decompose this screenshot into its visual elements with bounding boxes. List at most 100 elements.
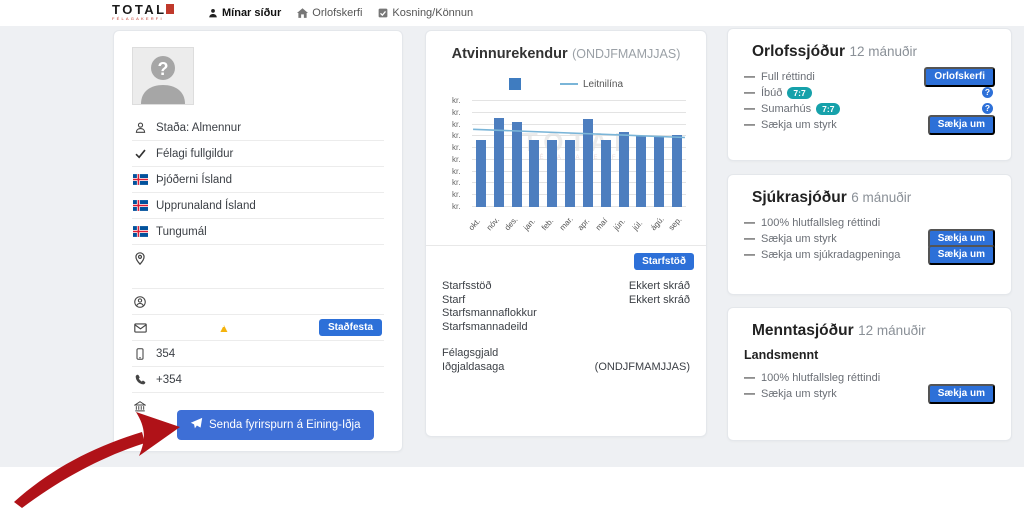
person-icon (208, 8, 218, 18)
profile-row-address (132, 245, 384, 289)
fund-row: — Sumarhús 7:7 ? (744, 101, 995, 116)
fund-row-label: Sækja um styrk (761, 233, 837, 245)
logo-red-block (166, 4, 174, 14)
fund-row: — Sækja um styrk Sækja um (744, 386, 995, 401)
paper-plane-icon (190, 417, 203, 433)
legend-trend[interactable]: Leitnilína (560, 79, 623, 90)
check-icon (132, 148, 148, 159)
profile-row-mobile: 354 (132, 341, 384, 367)
send-inquiry-label: Senda fyrirspurn á Eining-Iðja (209, 419, 361, 431)
verify-email-button[interactable]: Staðfesta (319, 319, 382, 336)
send-inquiry-button[interactable]: Senda fyrirspurn á Eining-Iðja (177, 410, 374, 440)
profile-row-status: Staða: Almennur (132, 115, 384, 141)
help-icon[interactable]: ? (982, 103, 993, 114)
field-label: Starf (442, 294, 465, 308)
iceland-flag-icon (132, 174, 148, 185)
legend-series[interactable] (509, 78, 526, 90)
dash-icon: — (744, 71, 755, 83)
svg-text:?: ? (158, 59, 169, 79)
dash-icon: — (744, 217, 755, 229)
dash-icon: — (744, 388, 755, 400)
profile-row-personal-id (132, 289, 384, 315)
fund-row-label: Full réttindi (761, 71, 815, 83)
profile-row-nationality: Þjóðerni Ísland (132, 167, 384, 193)
profile-card: ? Staða: Almennur Félagi fullgildur Þjóð… (113, 30, 403, 452)
profile-row-label: Tungumál (156, 226, 207, 238)
field-row: StarfsstöðEkkert skráð (442, 280, 690, 294)
apply-button[interactable]: Sækja um (928, 115, 995, 135)
field-row: Iðgjaldasaga(ONDJFMAMJJAS) (442, 361, 690, 375)
nav-item-orlofskerfi[interactable]: Orlofskerfi (297, 7, 362, 19)
field-row: Starfsmannaflokkur (442, 307, 690, 321)
apply-button[interactable]: Sækja um (928, 245, 995, 265)
y-axis-tick: kr. (452, 155, 460, 164)
legend-trend-line (560, 83, 578, 85)
y-axis-tick: kr. (452, 131, 460, 140)
fee-fields: Félagsgjald Iðgjaldasaga(ONDJFMAMJJAS) (442, 347, 690, 374)
phone-icon (132, 374, 148, 385)
nav-item-label: Kosning/Könnun (392, 7, 473, 19)
avatar[interactable]: ? (132, 47, 194, 105)
user-circle-icon (132, 296, 148, 308)
y-axis-tick: kr. (452, 190, 460, 199)
fund-row-label: Sækja um sjúkradagpeninga (761, 249, 900, 261)
fund-row: — Sækja um sjúkradagpeninga Sækja um (744, 247, 995, 262)
y-axis-tick: kr. (452, 178, 460, 187)
employers-title: Atvinnurekendur (ONDJFMAMJJAS) (442, 45, 690, 63)
legend-trend-label: Leitnilína (583, 79, 623, 90)
field-value: Ekkert skráð (629, 280, 690, 294)
warning-icon: ▲! (218, 321, 230, 335)
ratio-tag[interactable]: 7:7 (787, 87, 811, 99)
fund-row: — Full réttindi Orlofskerfi (744, 69, 995, 84)
sjukrasjodur-card: Sjúkrasjóður 6 mánuðir — 100% hlutfallsl… (727, 174, 1012, 295)
logo[interactable]: TOTAL FÉLAGAKERFI (112, 3, 196, 22)
fund-row: — Sækja um styrk Sækja um (744, 231, 995, 246)
fund-title-text: Orlofssjóður (752, 43, 845, 60)
profile-row-label: Þjóðerni Ísland (156, 174, 232, 186)
chart-x-axis-labels: okt.nóv.des.jan.feb.mar.apr.maíjún.júl.á… (472, 207, 686, 235)
fund-row: — 100% hlutfallsleg réttindi (744, 215, 995, 230)
employers-title-months: (ONDJFMAMJJAS) (572, 47, 680, 61)
dash-icon: — (744, 119, 755, 131)
profile-row-label: +354 (156, 374, 182, 386)
y-axis-tick: kr. (452, 143, 460, 152)
iceland-flag-icon (132, 200, 148, 211)
y-axis-tick: kr. (452, 167, 460, 176)
profile-row-label: Staða: Almennur (156, 122, 241, 134)
orlofskerfi-button[interactable]: Orlofskerfi (924, 67, 995, 87)
dash-icon: — (744, 103, 755, 115)
ratio-tag[interactable]: 7:7 (816, 103, 840, 115)
field-row: StarfEkkert skráð (442, 294, 690, 308)
logo-subtitle: FÉLAGAKERFI (112, 16, 196, 22)
top-nav: TOTAL FÉLAGAKERFI Mínar síður Orlofskerf… (0, 0, 1024, 26)
field-label: Félagsgjald (442, 347, 498, 361)
y-axis-tick: kr. (452, 120, 460, 129)
ballot-check-icon (378, 8, 388, 18)
fund-title: Orlofssjóður 12 mánuðir (744, 43, 995, 61)
field-label: Iðgjaldasaga (442, 361, 504, 375)
y-axis-tick: kr. (452, 202, 460, 211)
nav-item-kosning-konnun[interactable]: Kosning/Könnun (378, 7, 473, 19)
fund-row: — 100% hlutfallsleg réttindi (744, 370, 995, 385)
fund-row-label: 100% hlutfallsleg réttindi (761, 372, 880, 384)
home-icon (297, 8, 308, 18)
nav-items: Mínar síður Orlofskerfi Kosning/Könnun (208, 0, 473, 26)
fund-row-label: Sumarhús (761, 103, 811, 115)
legend-series-swatch (509, 78, 521, 90)
nav-item-minar-sidur[interactable]: Mínar síður (208, 7, 281, 19)
mobile-icon (132, 348, 148, 360)
fund-title-text: Sjúkrasjóður (752, 189, 847, 206)
envelope-icon (132, 323, 148, 333)
profile-row-label: Upprunaland Ísland (156, 200, 256, 212)
dash-icon: — (744, 233, 755, 245)
orlofssjodur-card: Orlofssjóður 12 mánuðir — Full réttindi … (727, 28, 1012, 161)
employers-card: Atvinnurekendur (ONDJFMAMJJAS) Leitnilín… (425, 30, 707, 437)
starfstod-badge[interactable]: Starfstöð (634, 253, 694, 270)
field-row: Starfsmannadeild (442, 321, 690, 335)
help-icon[interactable]: ? (982, 87, 993, 98)
fund-row-label: Sækja um styrk (761, 388, 837, 400)
profile-row-label: Félagi fullgildur (156, 148, 233, 160)
profile-row-email: ▲! Staðfesta (132, 315, 384, 341)
apply-button[interactable]: Sækja um (928, 384, 995, 404)
profile-row-membership: Félagi fullgildur (132, 141, 384, 167)
